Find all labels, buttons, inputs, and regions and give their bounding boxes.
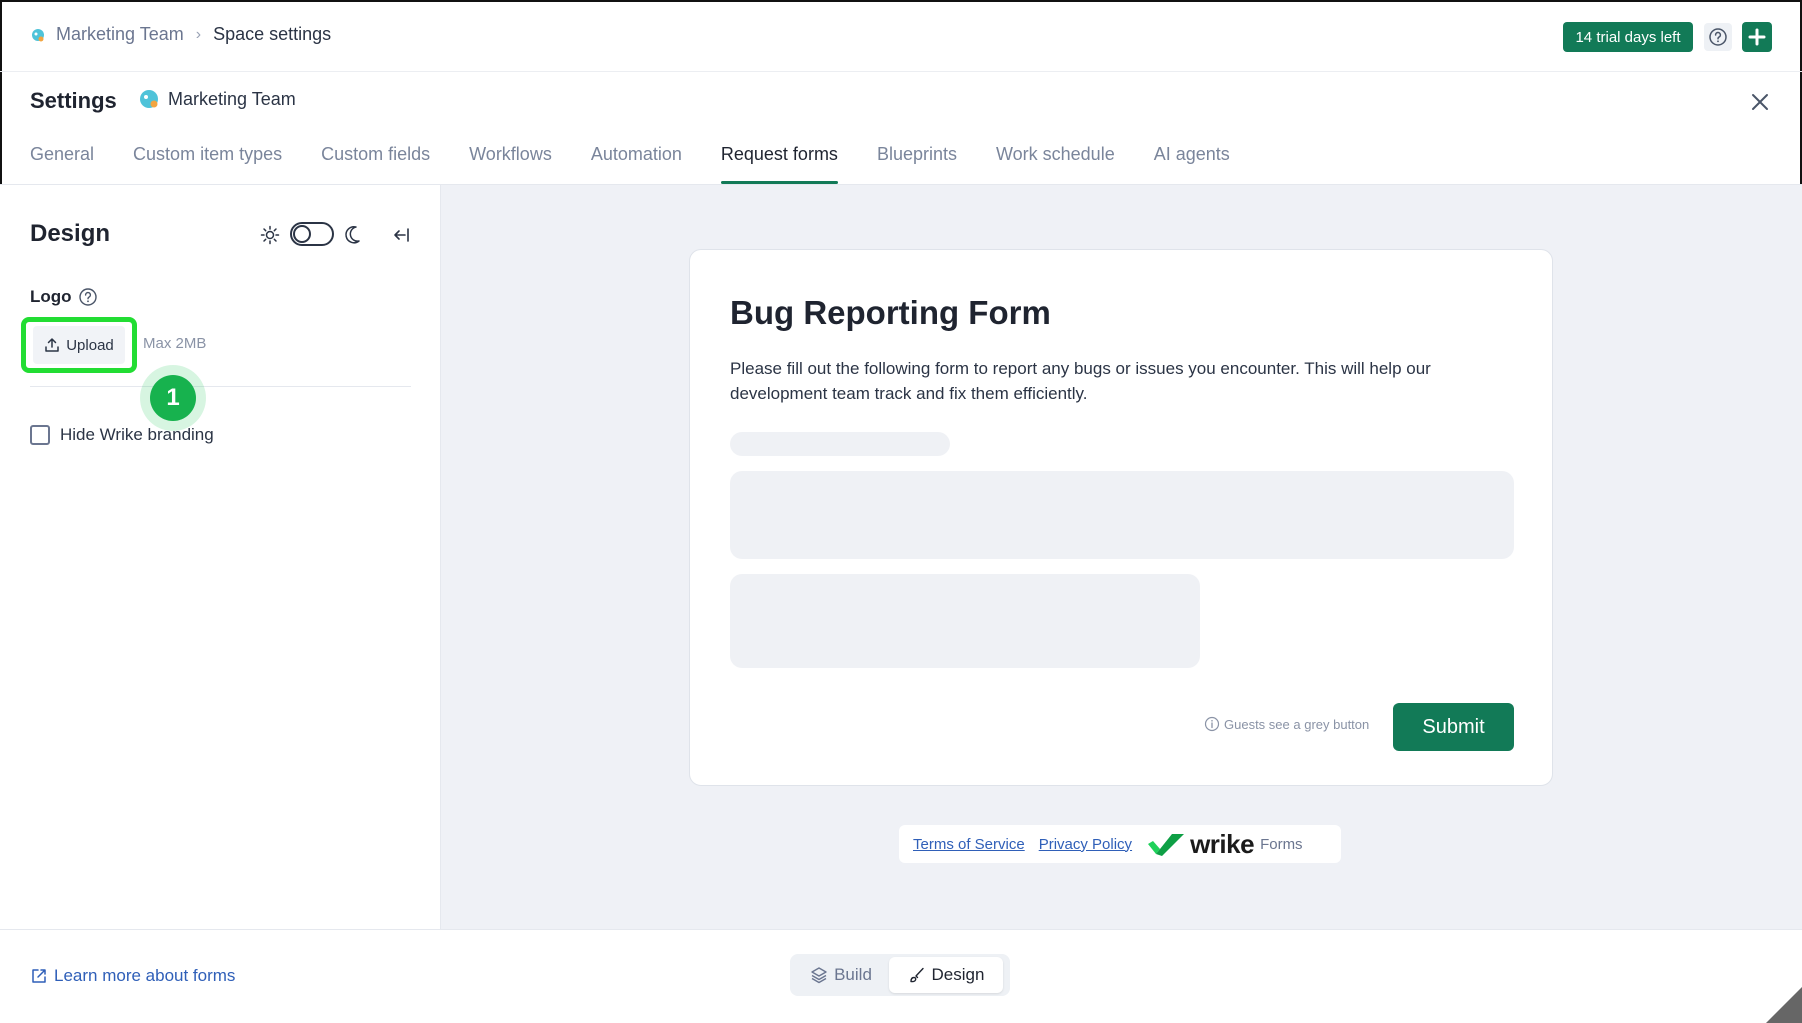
mode-design-button[interactable]: Design — [889, 957, 1003, 993]
mode-build-button[interactable]: Build — [793, 957, 889, 993]
breadcrumb-space-link[interactable]: Marketing Team — [56, 24, 184, 45]
guest-note: Guests see a grey button — [1204, 716, 1369, 732]
wrike-checkmark-icon — [1148, 834, 1185, 856]
field-placeholder — [730, 471, 1514, 559]
forms-wordmark: Forms — [1260, 835, 1303, 853]
layers-icon — [811, 967, 827, 984]
design-panel: Design Logo Upload Max 2MB 1 Hide Wrike … — [0, 185, 441, 929]
add-button[interactable] — [1742, 22, 1772, 52]
plus-icon — [1748, 28, 1766, 46]
learn-more-text: Learn more about forms — [54, 966, 236, 985]
terms-link[interactable]: Terms of Service — [913, 836, 1025, 853]
sun-icon[interactable] — [260, 225, 280, 245]
logo-label-text: Logo — [30, 287, 72, 306]
tab-automation[interactable]: Automation — [591, 144, 682, 183]
form-preview-area: Bug Reporting Form Please fill out the f… — [441, 185, 1802, 929]
submit-button[interactable]: Submit — [1393, 703, 1514, 751]
space-name: Marketing Team — [168, 88, 296, 109]
tab-workflows[interactable]: Workflows — [469, 144, 552, 183]
brush-icon — [909, 967, 924, 983]
bottom-bar: Learn more about forms Build Design — [0, 929, 1802, 1023]
wrike-wordmark: wrike — [1190, 828, 1255, 859]
field-placeholder — [730, 574, 1200, 668]
tab-custom-fields[interactable]: Custom fields — [321, 144, 430, 183]
space-icon — [140, 90, 158, 108]
toggle-knob — [293, 225, 311, 243]
theme-toggle[interactable] — [290, 222, 334, 246]
mode-design-label: Design — [931, 965, 985, 984]
question-circle-icon — [1709, 28, 1727, 46]
question-circle-icon[interactable] — [78, 287, 98, 307]
max-size-hint: Max 2MB — [143, 335, 207, 352]
form-footer: Terms of Service Privacy Policy wrike Fo… — [899, 825, 1341, 863]
chevron-right-icon: › — [195, 25, 202, 43]
step-badge: 1 — [150, 375, 196, 421]
hide-branding-label: Hide Wrike branding — [60, 425, 214, 444]
breadcrumb-current: Space settings — [213, 24, 332, 44]
hide-branding-checkbox[interactable] — [30, 425, 50, 445]
settings-tabs: General Custom item types Custom fields … — [30, 144, 1269, 184]
upload-icon — [45, 338, 59, 352]
upload-button-label: Upload — [66, 336, 114, 354]
info-icon — [1204, 716, 1220, 732]
form-card: Bug Reporting Form Please fill out the f… — [689, 249, 1553, 786]
collapse-panel-icon[interactable] — [392, 225, 412, 245]
moon-icon[interactable] — [342, 224, 362, 246]
field-label-placeholder — [730, 432, 950, 456]
top-bar: Marketing Team › Space settings 14 trial… — [0, 0, 1802, 72]
form-description: Please fill out the following form to re… — [730, 359, 1431, 403]
design-panel-title: Design — [30, 220, 111, 247]
wrike-logo: wrike Forms — [1146, 829, 1303, 860]
form-title: Bug Reporting Form — [730, 294, 1051, 331]
resize-corner-icon[interactable] — [1762, 983, 1802, 1023]
hide-branding-option[interactable]: Hide Wrike branding — [30, 425, 214, 445]
section-divider — [30, 386, 411, 387]
tab-request-forms[interactable]: Request forms — [720, 144, 838, 184]
space-chip: Marketing Team — [138, 88, 296, 110]
space-icon — [32, 28, 44, 41]
privacy-link[interactable]: Privacy Policy — [1039, 836, 1132, 853]
trial-badge[interactable]: 14 trial days left — [1563, 22, 1693, 52]
tab-work-schedule[interactable]: Work schedule — [996, 144, 1115, 183]
upload-button[interactable]: Upload — [33, 326, 125, 364]
tab-custom-item-types[interactable]: Custom item types — [133, 144, 282, 183]
breadcrumb: Marketing Team › Space settings — [30, 24, 331, 45]
tab-blueprints[interactable]: Blueprints — [877, 144, 957, 183]
guest-note-text: Guests see a grey button — [1224, 716, 1370, 732]
tab-ai-agents[interactable]: AI agents — [1154, 144, 1230, 183]
mode-build-label: Build — [834, 965, 872, 984]
help-button[interactable] — [1704, 23, 1732, 51]
external-link-icon — [32, 969, 46, 983]
tab-general[interactable]: General — [30, 144, 94, 183]
logo-label: Logo — [30, 287, 98, 307]
learn-more-link[interactable]: Learn more about forms — [30, 966, 235, 986]
settings-title: Settings — [30, 88, 117, 113]
close-icon[interactable] — [1748, 90, 1772, 114]
mode-switcher: Build Design — [790, 954, 1010, 996]
